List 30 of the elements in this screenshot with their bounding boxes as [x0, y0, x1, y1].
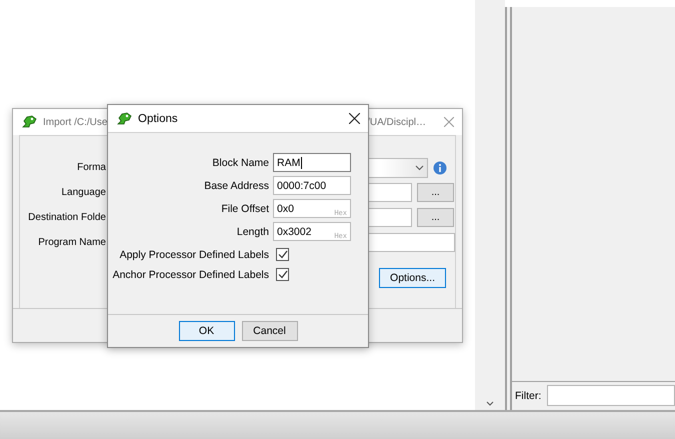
info-icon[interactable]	[433, 160, 447, 174]
input-field[interactable]: 0000:7c00	[273, 176, 351, 195]
checkbox[interactable]	[276, 268, 289, 281]
options-button[interactable]: Options...	[379, 268, 446, 288]
field-label: Block Name	[212, 156, 269, 168]
window-title: Import /C:/Use	[43, 116, 108, 128]
checkbox-label: Anchor Processor Defined Labels	[112, 268, 269, 280]
browse-button[interactable]: ...	[417, 183, 454, 202]
field-label: Destination Folde	[27, 212, 106, 223]
lizard-icon	[116, 112, 132, 126]
field-label: Length	[236, 226, 269, 238]
dialog-button[interactable]: OK	[178, 321, 234, 341]
filter-label: Filter:	[515, 390, 542, 402]
lizard-icon	[21, 115, 37, 129]
field-label: File Offset	[221, 202, 269, 214]
field-label: Language	[60, 187, 106, 198]
chevron-down-icon	[415, 164, 424, 170]
close-icon[interactable]	[349, 113, 360, 124]
checkbox[interactable]	[276, 248, 289, 261]
checkbox-label: Apply Processor Defined Labels	[120, 248, 269, 260]
field-label: Base Address	[204, 180, 269, 192]
field-label: Program Name	[37, 237, 106, 248]
window-title: /UA/Discipl…	[367, 116, 426, 128]
chevron-down-icon[interactable]	[486, 401, 494, 406]
window-title: Options	[138, 112, 178, 124]
dialog-button[interactable]: Cancel	[242, 321, 298, 341]
filter-field[interactable]	[547, 385, 675, 406]
field-label: Forma	[76, 162, 106, 173]
input-field[interactable]: RAM	[273, 153, 351, 172]
browse-button[interactable]: ...	[417, 208, 454, 227]
